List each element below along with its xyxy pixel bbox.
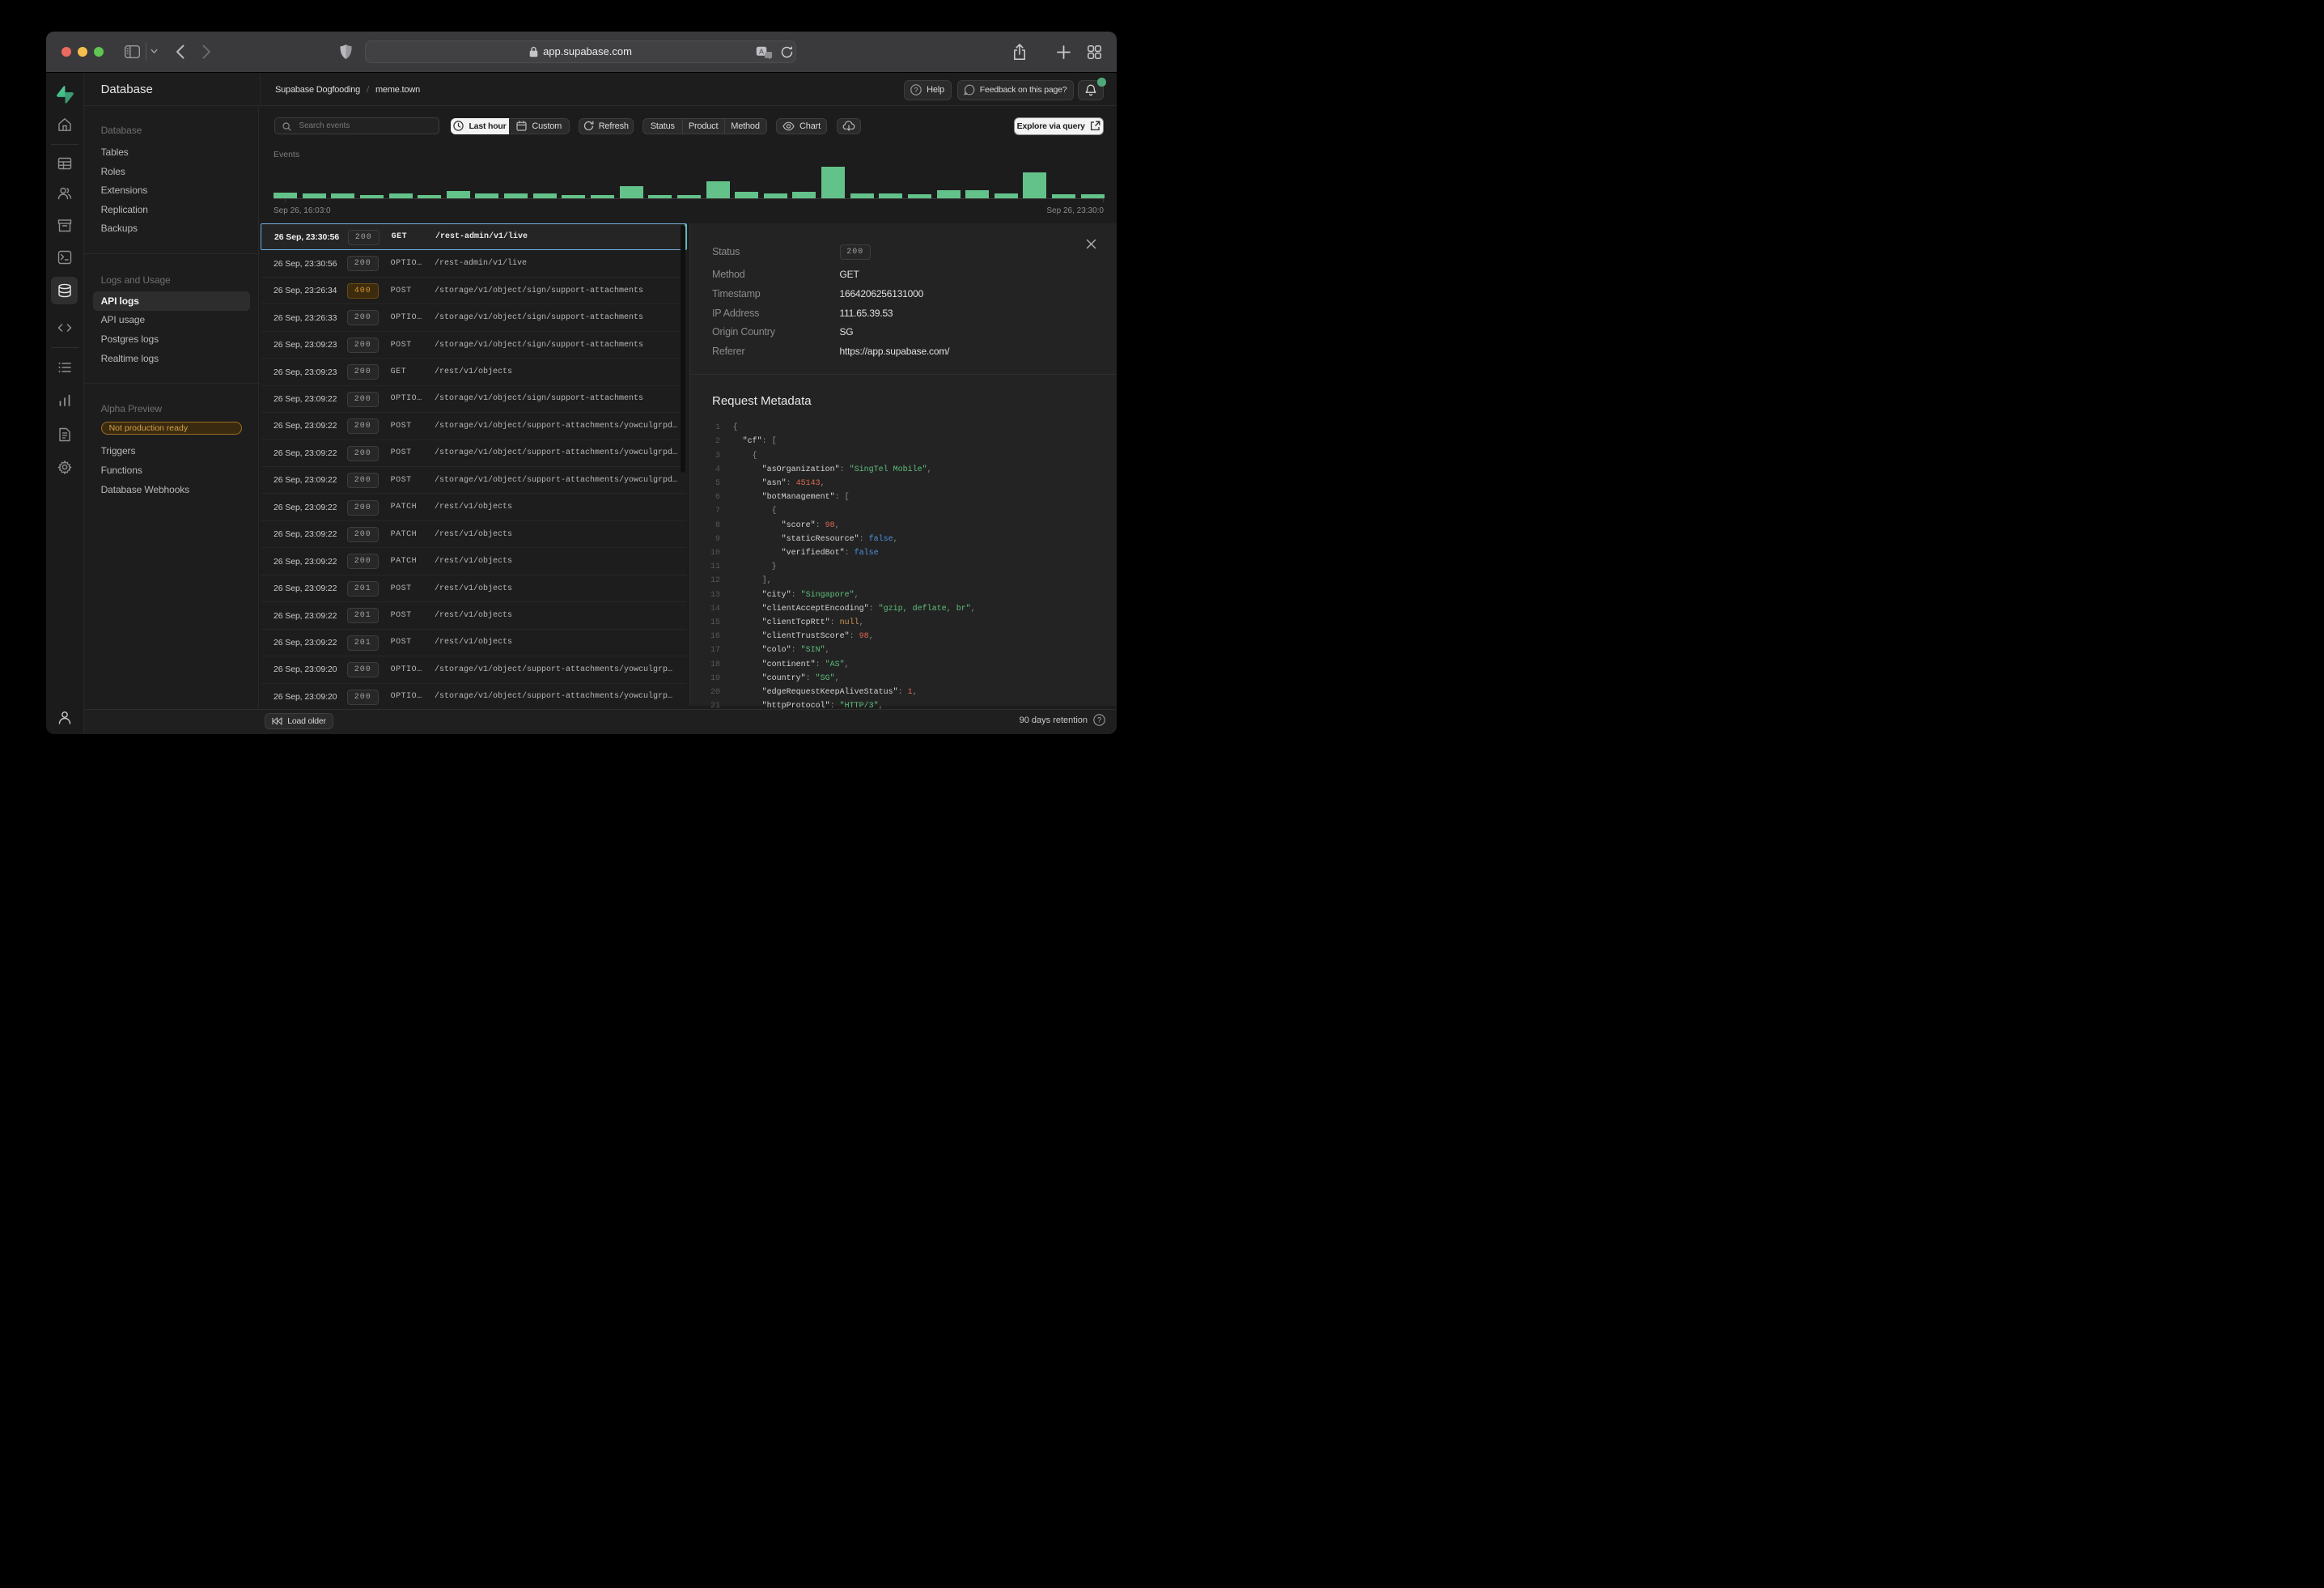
svg-text:A: A xyxy=(759,47,764,55)
svg-text:?: ? xyxy=(1097,715,1101,724)
svg-text:?: ? xyxy=(914,86,918,94)
